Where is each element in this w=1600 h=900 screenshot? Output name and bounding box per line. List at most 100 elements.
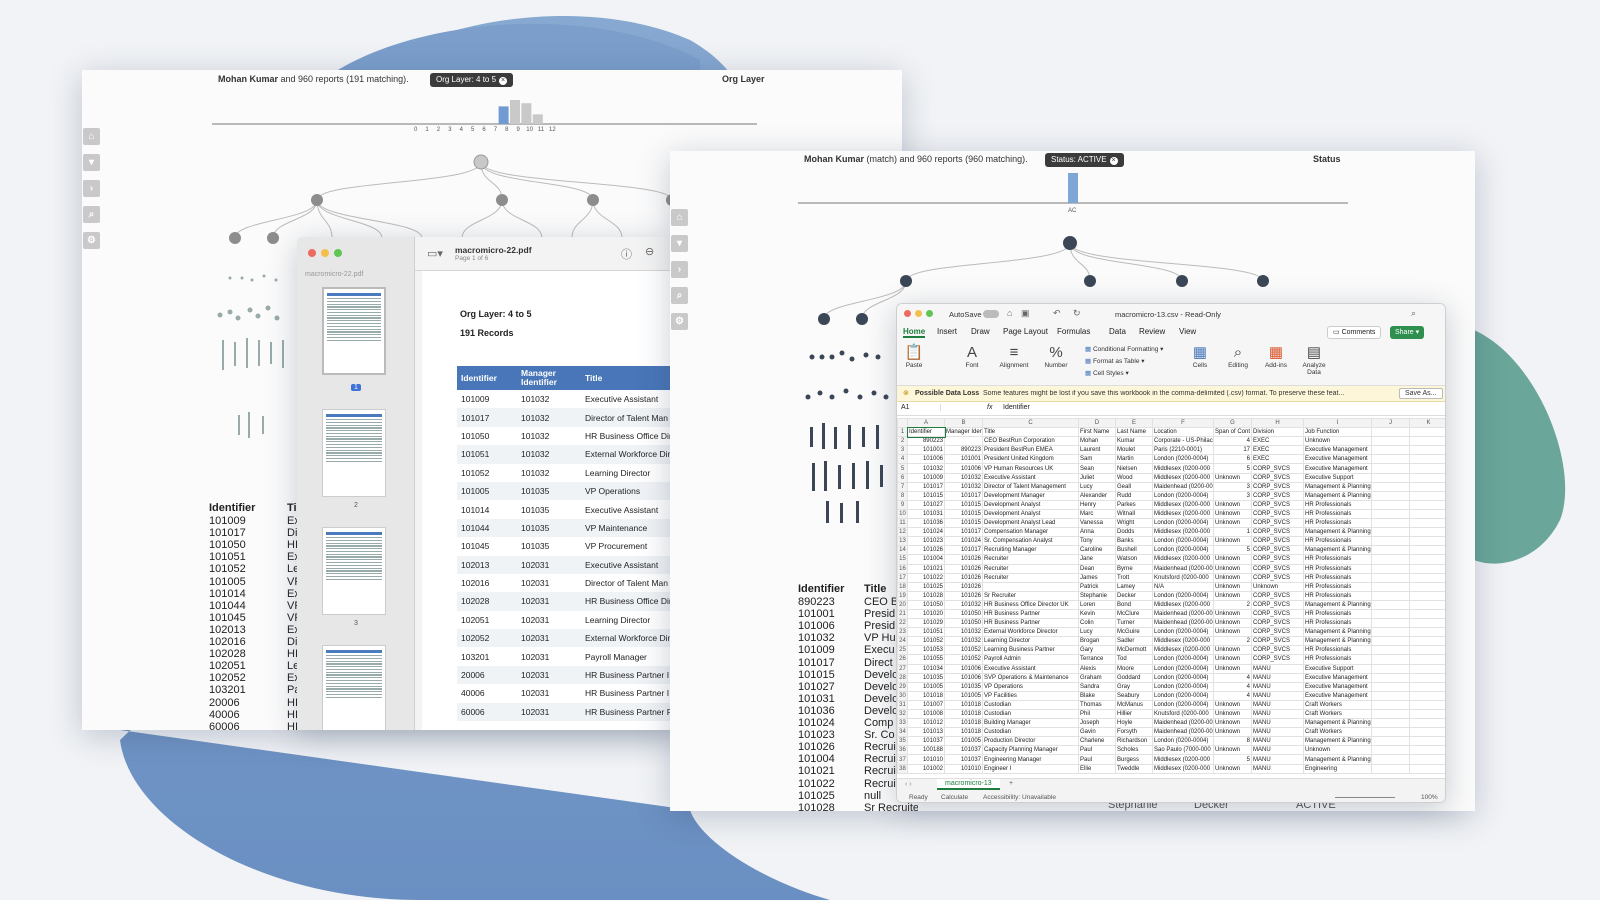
list-item[interactable]: 101045VF xyxy=(209,612,299,624)
grid-cell[interactable]: Development Manager xyxy=(982,490,1079,501)
grid-cell[interactable]: Executive Management xyxy=(1303,454,1372,465)
comments-button[interactable]: ▭ Comments xyxy=(1327,326,1382,339)
grid-cell[interactable] xyxy=(1371,754,1410,765)
grid-cell[interactable] xyxy=(1409,763,1445,774)
grid-cell[interactable] xyxy=(1371,454,1410,465)
zoom-window-button[interactable] xyxy=(926,310,933,317)
grid-cell[interactable]: Middlesex (0200-000 xyxy=(1152,508,1214,520)
info-icon[interactable]: ⓘ xyxy=(621,246,632,262)
grid-cell[interactable]: 101010 xyxy=(907,754,945,765)
grid-cell[interactable]: Geall xyxy=(1115,481,1153,492)
grid-cell[interactable]: 101026 xyxy=(944,590,983,601)
row-header[interactable]: 38 xyxy=(897,763,908,774)
grid-cell[interactable]: Moulet xyxy=(1115,445,1153,456)
grid-cell[interactable]: HR Professionals xyxy=(1303,581,1372,592)
grid-cell[interactable]: Corporate - US-Philac xyxy=(1152,436,1214,447)
grid-cell[interactable] xyxy=(1371,745,1410,756)
grid-cell[interactable] xyxy=(1371,645,1410,656)
zoom-out-icon[interactable]: ⊖ xyxy=(645,245,654,258)
grid-cell[interactable]: Wright xyxy=(1115,518,1153,529)
grid-cell[interactable]: Charlene xyxy=(1078,736,1116,747)
grid-cell[interactable]: CORP_SVCS xyxy=(1251,572,1304,583)
grid-cell[interactable]: CORP_SVCS xyxy=(1251,527,1304,538)
grid-cell[interactable]: 101001 xyxy=(907,445,945,456)
grid-cell[interactable] xyxy=(1371,445,1410,456)
grid-cell[interactable]: 101005 xyxy=(944,736,983,747)
grid-cell[interactable]: London (0200-0004) xyxy=(1152,690,1214,701)
grid-cell[interactable]: Wood xyxy=(1115,472,1153,483)
grid-cell[interactable]: Unknown xyxy=(1213,645,1252,656)
grid-cell[interactable] xyxy=(1409,681,1445,692)
grid-cell[interactable]: Martin xyxy=(1115,454,1153,465)
grid-cell[interactable]: Henry xyxy=(1078,499,1116,510)
grid-cell[interactable]: Unknown xyxy=(1213,745,1252,756)
grid-cell[interactable]: CORP_SVCS xyxy=(1251,472,1304,483)
grid-cell[interactable]: Maidenhead (0200-00 xyxy=(1152,618,1214,629)
grid-cell[interactable]: MANU xyxy=(1251,754,1304,765)
row-header[interactable]: 27 xyxy=(897,663,908,674)
grid-cell[interactable]: CORP_SVCS xyxy=(1251,563,1304,574)
grid-cell[interactable]: 101037 xyxy=(944,745,983,756)
grid-cell[interactable]: CORP_SVCS xyxy=(1251,518,1304,529)
grid-cell[interactable]: Management & Planning xyxy=(1303,718,1372,729)
column-header[interactable]: C xyxy=(982,417,1079,429)
grid-cell[interactable] xyxy=(1371,508,1410,520)
grid-cell[interactable]: Unknown xyxy=(1213,518,1252,529)
page-thumbnail-3[interactable] xyxy=(322,527,386,615)
grid-cell[interactable] xyxy=(944,436,983,447)
grid-cell[interactable]: 101017 xyxy=(907,481,945,492)
cell-styles-button[interactable]: ▦ Cell Styles ▾ xyxy=(1085,369,1129,377)
grid-cell[interactable]: 4 xyxy=(1213,681,1252,692)
grid-cell[interactable]: MANU xyxy=(1251,690,1304,701)
row-header[interactable]: 17 xyxy=(897,572,908,583)
grid-cell[interactable]: Recruiter xyxy=(982,563,1079,574)
grid-cell[interactable]: Lucy xyxy=(1078,481,1116,492)
home-icon[interactable]: ⌂ xyxy=(1007,308,1012,318)
grid-cell[interactable]: 101025 xyxy=(907,581,945,592)
autosave-toggle[interactable] xyxy=(983,310,999,318)
grid-cell[interactable]: 3 xyxy=(1213,490,1252,501)
grid-cell[interactable]: 101024 xyxy=(907,527,945,538)
grid-cell[interactable]: CORP_SVCS xyxy=(1251,599,1304,610)
grid-cell[interactable]: Knutsford (0200-000 xyxy=(1152,572,1214,583)
grid-cell[interactable]: CORP_SVCS xyxy=(1251,645,1304,656)
grid-cell[interactable] xyxy=(1409,454,1445,465)
grid-cell[interactable]: Nielsen xyxy=(1115,463,1153,474)
grid-cell[interactable]: 101006 xyxy=(944,463,983,474)
grid-cell[interactable]: Unknown xyxy=(1213,472,1252,483)
grid-cell[interactable]: Gavin xyxy=(1078,727,1116,738)
grid-cell[interactable] xyxy=(1409,536,1445,547)
row-header[interactable]: 18 xyxy=(897,581,908,592)
grid-cell[interactable]: Lamey xyxy=(1115,581,1153,592)
grid-cell[interactable]: Richardson xyxy=(1115,736,1153,747)
grid-cell[interactable]: CORP_SVCS xyxy=(1251,654,1304,665)
grid-cell[interactable]: MANU xyxy=(1251,736,1304,747)
grid-cell[interactable] xyxy=(1409,745,1445,756)
grid-cell[interactable] xyxy=(1409,627,1445,638)
grid-cell[interactable]: London (0200-0004) xyxy=(1152,699,1214,711)
grid-cell[interactable]: EXEC xyxy=(1251,445,1304,456)
grid-cell[interactable]: Unknown xyxy=(1213,718,1252,729)
grid-cell[interactable] xyxy=(1371,490,1410,501)
list-item[interactable]: 101005VF xyxy=(209,576,299,588)
grid-cell[interactable]: Management & Planning xyxy=(1303,545,1372,556)
row-header[interactable]: 8 xyxy=(897,490,908,501)
grid-cell[interactable]: Management & Planning xyxy=(1303,754,1372,765)
grid-cell[interactable]: London (0200-0004) xyxy=(1152,654,1214,665)
grid-cell[interactable]: Unknown xyxy=(1213,572,1252,583)
grid-cell[interactable]: Sao Paulo (7000-000 xyxy=(1152,745,1214,756)
row-header[interactable]: 32 xyxy=(897,708,908,720)
format-as-table-button[interactable]: ▦ Format as Table ▾ xyxy=(1085,357,1145,365)
grid-cell[interactable] xyxy=(1409,708,1445,720)
grid-cell[interactable]: 5 xyxy=(1213,754,1252,765)
grid-cell[interactable]: 101052 xyxy=(907,636,945,647)
grid-cell[interactable] xyxy=(1409,527,1445,538)
grid-cell[interactable]: Management & Planning xyxy=(1303,599,1372,610)
grid-cell[interactable]: Sandra xyxy=(1078,681,1116,692)
row-header[interactable]: 31 xyxy=(897,699,908,711)
grid-cell[interactable]: Recruiting Manager xyxy=(982,545,1079,556)
grid-cell[interactable]: 101034 xyxy=(907,663,945,674)
grid-cell[interactable]: Tod xyxy=(1115,654,1153,665)
font-button[interactable]: A Font xyxy=(959,344,985,369)
grid-cell[interactable]: 101028 xyxy=(907,590,945,601)
